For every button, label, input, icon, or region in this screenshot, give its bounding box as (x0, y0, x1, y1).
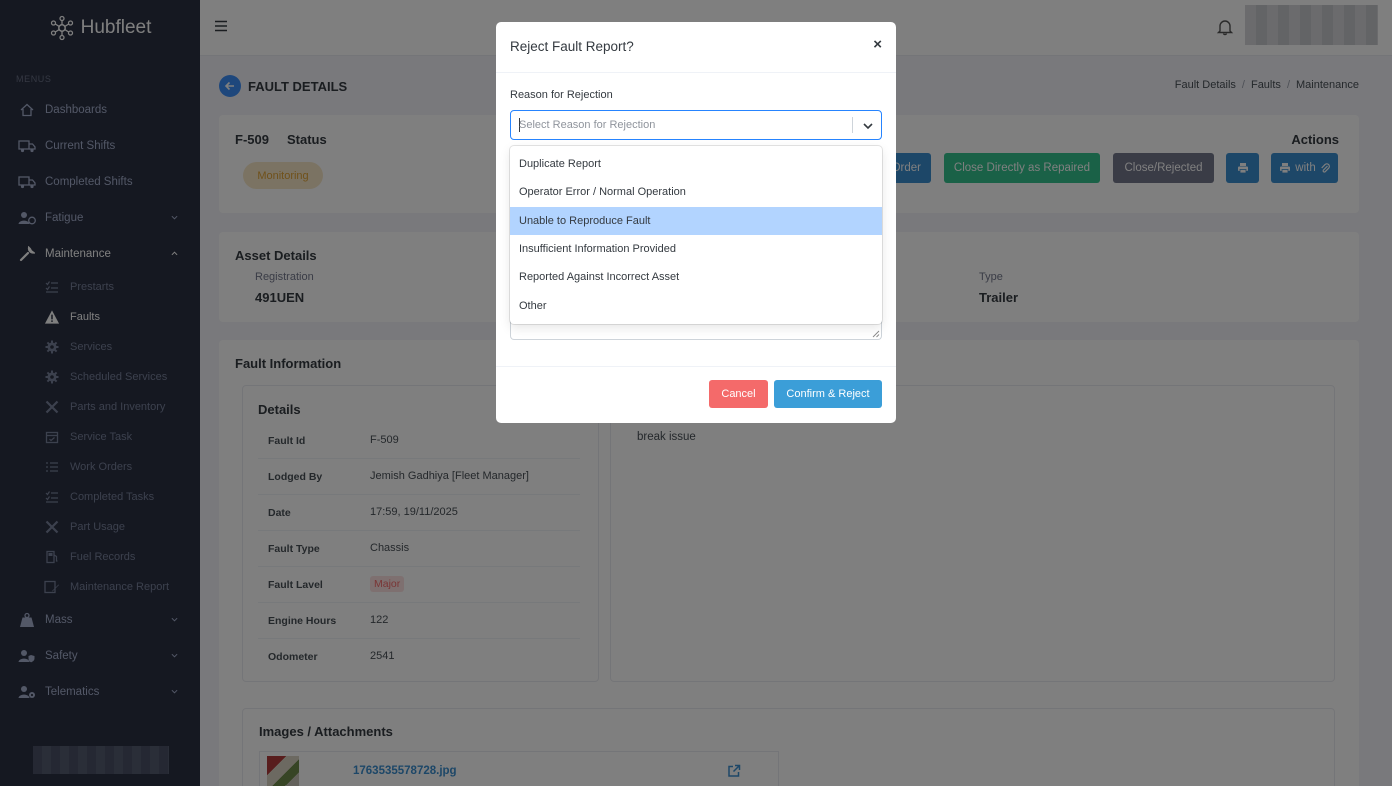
close-icon[interactable]: × (873, 36, 882, 53)
reason-option[interactable]: Operator Error / Normal Operation (510, 178, 882, 206)
resize-grip-icon[interactable] (872, 330, 880, 338)
reason-select-placeholder: Select Reason for Rejection (519, 119, 656, 131)
select-indicator-separator (852, 117, 853, 133)
reason-option[interactable]: Reported Against Incorrect Asset (510, 263, 882, 291)
cancel-button[interactable]: Cancel (709, 380, 768, 408)
reason-option[interactable]: Insufficient Information Provided (510, 235, 882, 263)
chevron-down-icon[interactable] (861, 119, 875, 133)
reject-fault-modal: Reject Fault Report? × Reason for Reject… (496, 22, 896, 423)
reason-option[interactable]: Duplicate Report (510, 150, 882, 178)
reason-label: Reason for Rejection (510, 89, 613, 101)
modal-footer-divider (496, 366, 896, 367)
confirm-reject-button[interactable]: Confirm & Reject (774, 380, 882, 408)
reason-option-focused[interactable]: Unable to Reproduce Fault (510, 206, 882, 235)
modal-title: Reject Fault Report? (510, 39, 634, 54)
reason-option[interactable]: Other (510, 291, 882, 319)
modal-header-divider (496, 72, 896, 73)
reason-dropdown-menu: Duplicate Report Operator Error / Normal… (510, 146, 882, 324)
reason-select[interactable]: Select Reason for Rejection (510, 110, 882, 140)
